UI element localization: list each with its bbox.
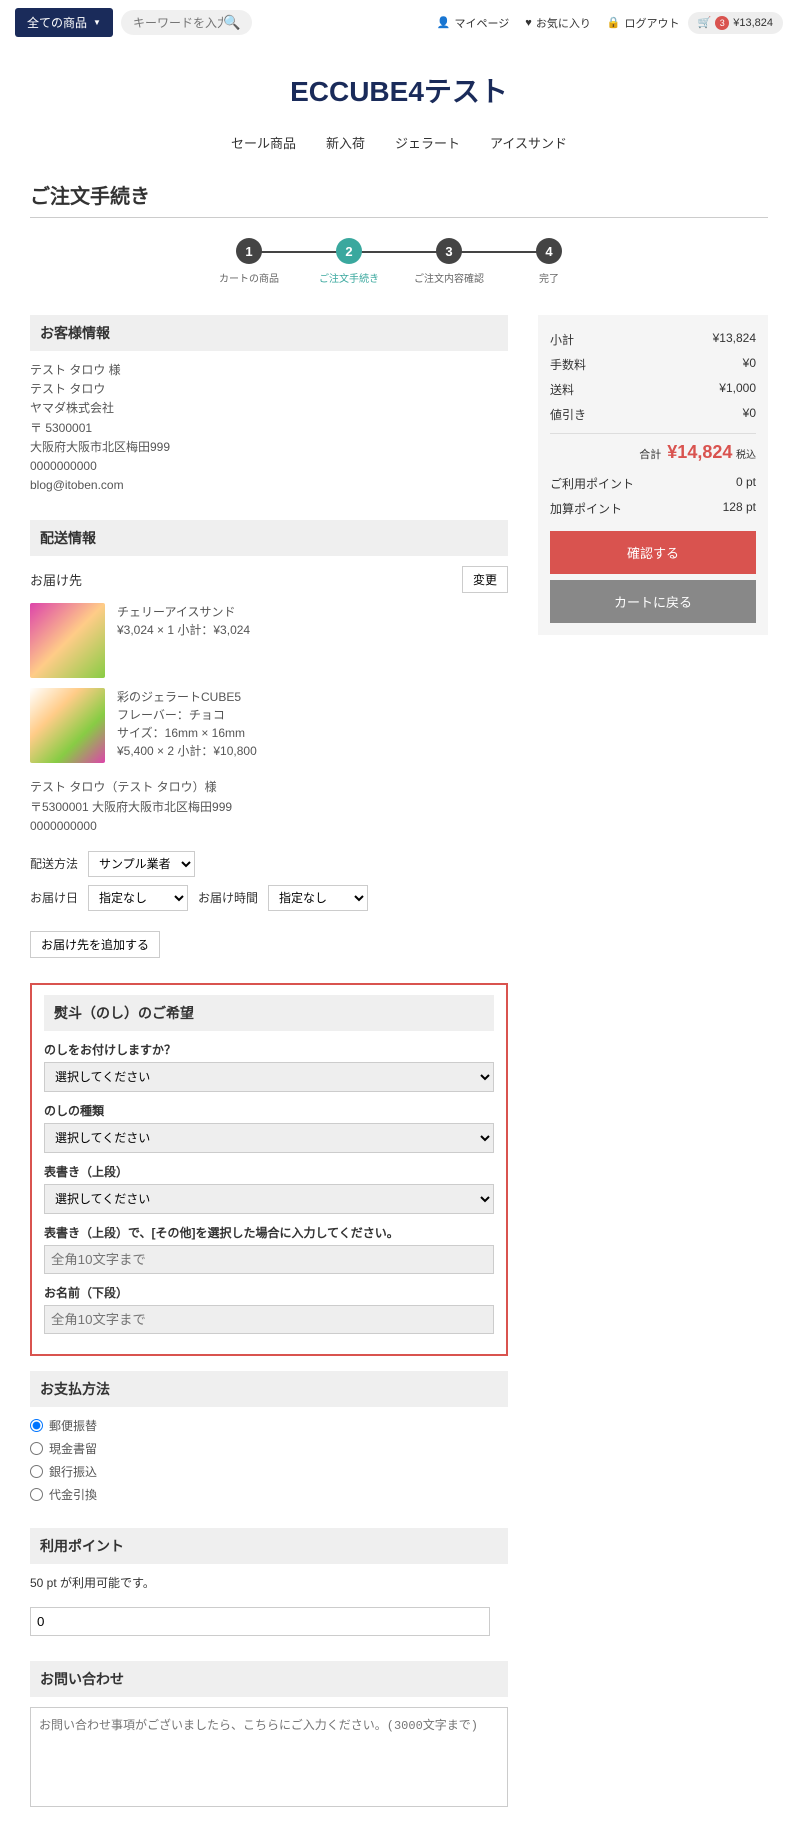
change-dest-button[interactable]: 変更 — [462, 566, 508, 593]
favorite-link[interactable]: ♥お気に入り — [525, 15, 591, 31]
delivery-date-select[interactable]: 指定なし — [88, 885, 188, 911]
heart-icon: ♥ — [525, 17, 532, 29]
payment-option[interactable]: 代金引換 — [30, 1486, 508, 1503]
time-label: お届け時間 — [198, 889, 258, 906]
customer-info: テスト タロウ 様テスト タロウヤマダ株式会社 〒 5300001大阪府大阪市北… — [30, 361, 508, 495]
noshi-attach-label: のしをお付けしますか？ — [44, 1041, 494, 1058]
method-label: 配送方法 — [30, 855, 78, 872]
noshi-type-label: のしの種類 — [44, 1102, 494, 1119]
shipping-heading: 配送情報 — [30, 520, 508, 556]
noshi-name-label: お名前（下段） — [44, 1284, 494, 1301]
payment-option[interactable]: 現金書留 — [30, 1440, 508, 1457]
cart-icon: 🛒 — [698, 16, 712, 29]
product-thumb — [30, 603, 105, 678]
product-row: 彩のジェラートCUBE5フレーバー：チョコサイズ：16mm × 16mm¥5,4… — [30, 688, 508, 763]
noshi-other-input[interactable] — [44, 1245, 494, 1274]
noshi-attach-select[interactable]: 選択してください — [44, 1062, 494, 1092]
nav-gelato[interactable]: ジェラート — [395, 133, 460, 152]
nav-sale[interactable]: セール商品 — [231, 133, 296, 152]
dest-label: お届け先 — [30, 570, 82, 589]
product-row: チェリーアイスサンド¥3,024 × 1 小計：¥3,024 — [30, 603, 508, 678]
date-label: お届け日 — [30, 889, 78, 906]
contact-textarea[interactable] — [30, 1707, 508, 1807]
category-dropdown[interactable]: 全ての商品 — [15, 8, 113, 37]
noshi-heading: 熨斗（のし）のご希望 — [44, 995, 494, 1031]
back-to-cart-button[interactable]: カートに戻る — [550, 580, 756, 623]
points-available: 50 pt が利用可能です。 — [30, 1574, 508, 1591]
cart-badge: 3 — [715, 16, 729, 30]
noshi-section: 熨斗（のし）のご希望 のしをお付けしますか？ 選択してください のしの種類 選択… — [30, 983, 508, 1356]
checkout-progress: 1カートの商品 2ご注文手続き 3ご注文内容確認 4完了 — [30, 238, 768, 285]
payment-option[interactable]: 郵便振替 — [30, 1417, 508, 1434]
lock-icon: 🔒 — [607, 16, 621, 29]
customer-heading: お客様情報 — [30, 315, 508, 351]
noshi-upper-label: 表書き（上段） — [44, 1163, 494, 1180]
nav-icesand[interactable]: アイスサンド — [490, 133, 567, 152]
noshi-type-select[interactable]: 選択してください — [44, 1123, 494, 1153]
payment-option[interactable]: 銀行振込 — [30, 1463, 508, 1480]
order-summary: 小計¥13,824 手数料¥0 送料¥1,000 値引き¥0 合計¥14,824… — [538, 315, 768, 635]
product-thumb — [30, 688, 105, 763]
user-icon: 👤 — [437, 16, 451, 29]
mypage-link[interactable]: 👤マイページ — [437, 15, 509, 31]
logout-link[interactable]: 🔒ログアウト — [607, 15, 680, 31]
shipping-method-select[interactable]: サンプル業者 — [88, 851, 195, 877]
delivery-time-select[interactable]: 指定なし — [268, 885, 368, 911]
search-input[interactable] — [133, 16, 223, 30]
site-logo[interactable]: ECCUBE4テスト — [0, 45, 798, 125]
noshi-upper-select[interactable]: 選択してください — [44, 1184, 494, 1214]
noshi-name-input[interactable] — [44, 1305, 494, 1334]
confirm-button[interactable]: 確認する — [550, 531, 756, 574]
add-dest-button[interactable]: お届け先を追加する — [30, 931, 160, 958]
shipping-address: テスト タロウ（テスト タロウ）様〒5300001 大阪府大阪市北区梅田9990… — [30, 778, 508, 836]
page-title: ご注文手続き — [30, 172, 768, 218]
cart-button[interactable]: 🛒 3 ¥13,824 — [688, 12, 783, 34]
points-input[interactable] — [30, 1607, 490, 1636]
nav-new[interactable]: 新入荷 — [326, 133, 365, 152]
search-icon[interactable]: 🔍 — [223, 14, 240, 31]
payment-heading: お支払方法 — [30, 1371, 508, 1407]
contact-heading: お問い合わせ — [30, 1661, 508, 1697]
noshi-other-label: 表書き（上段）で、[その他]を選択した場合に入力してください。 — [44, 1224, 494, 1241]
points-heading: 利用ポイント — [30, 1528, 508, 1564]
